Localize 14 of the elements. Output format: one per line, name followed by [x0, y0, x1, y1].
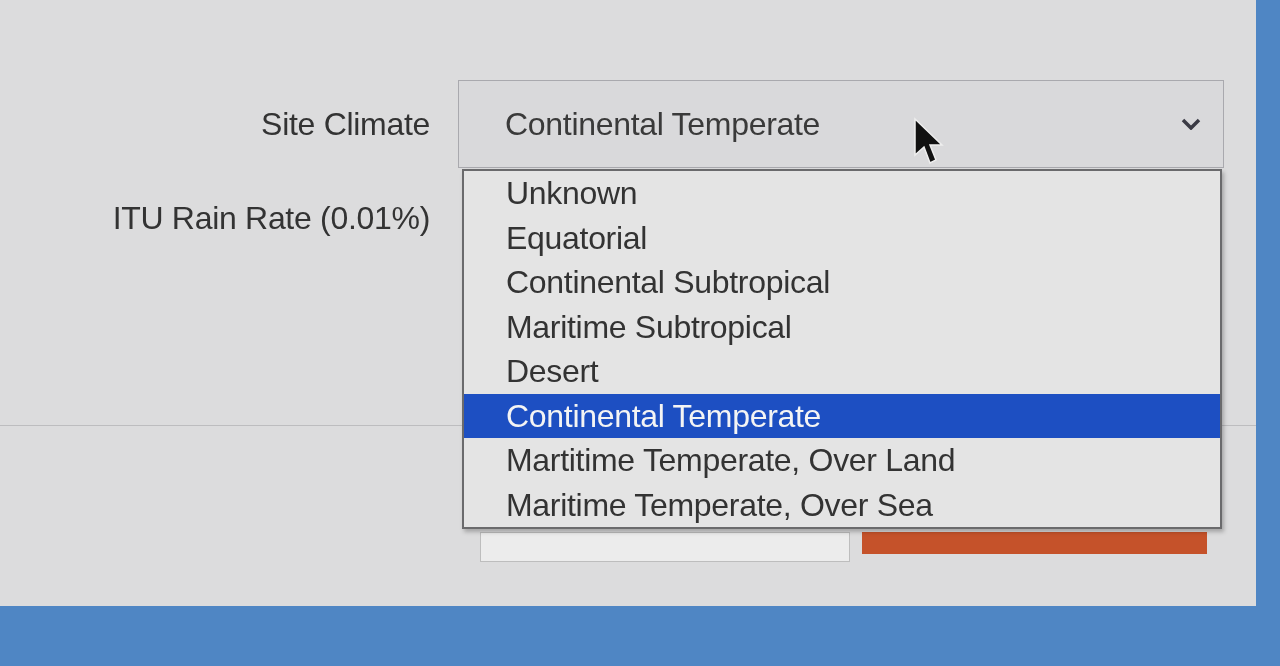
action-button[interactable]	[862, 532, 1207, 554]
dropdown-option[interactable]: Maritime Subtropical	[464, 304, 1220, 349]
dropdown-option[interactable]: Continental Temperate	[464, 393, 1220, 438]
dropdown-option[interactable]: Equatorial	[464, 215, 1220, 260]
field-label: Site Climate	[261, 105, 430, 144]
dropdown-option[interactable]: Desert	[464, 349, 1220, 394]
climate-select[interactable]: Continental Temperate	[458, 80, 1224, 168]
chevron-down-icon	[1181, 118, 1201, 130]
dropdown-option[interactable]: Maritime Temperate, Over Sea	[464, 482, 1220, 527]
input-field[interactable]	[480, 532, 850, 562]
field-label: ITU Rain Rate (0.01%)	[112, 199, 430, 238]
dropdown-option[interactable]: Martitime Temperate, Over Land	[464, 438, 1220, 483]
dropdown-option[interactable]: Unknown	[464, 171, 1220, 216]
dropdown-option[interactable]: Continental Subtropical	[464, 260, 1220, 305]
